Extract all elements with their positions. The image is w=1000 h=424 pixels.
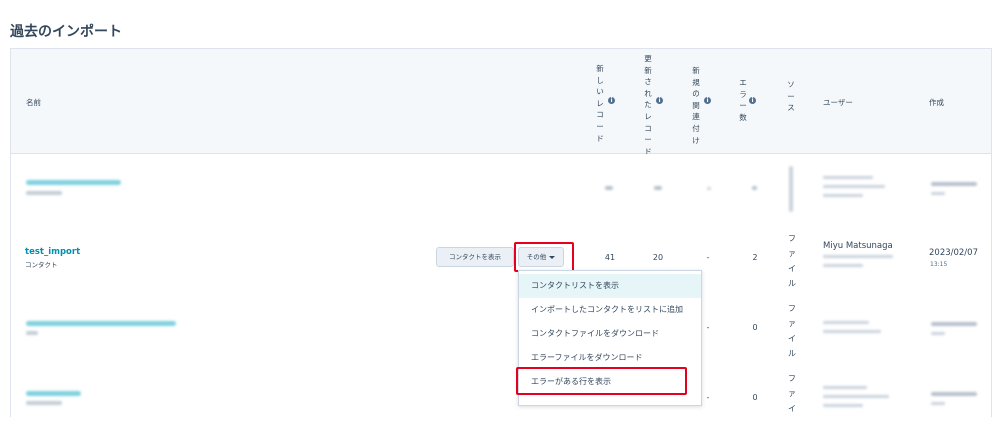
header-errors-label: エラー数 <box>739 78 747 122</box>
info-icon[interactable]: i <box>749 97 756 104</box>
errors-value <box>752 186 757 190</box>
user-domain <box>823 404 863 407</box>
import-name-link[interactable] <box>26 321 176 326</box>
user-domain <box>823 264 863 267</box>
highlight-view-error-rows <box>516 367 687 395</box>
import-name-link[interactable] <box>26 180 121 185</box>
associations-value <box>707 187 711 190</box>
header-new-records-label: 新しいレコード <box>596 64 604 143</box>
user-email <box>823 395 889 398</box>
table-row: - 0 ファイル <box>11 294 991 365</box>
header-updated-records[interactable]: 更新されたレコード <box>643 53 653 157</box>
user-email <box>823 255 893 258</box>
header-user[interactable]: ユーザー <box>823 97 853 108</box>
header-new-associations[interactable]: 新規の関連付け <box>691 65 701 146</box>
updated-records-value <box>654 186 662 190</box>
table-header: 名前 新しいレコード i 更新されたレコード i 新規の関連付け i エラー数 … <box>11 49 991 157</box>
header-errors[interactable]: エラー数 <box>738 77 748 123</box>
source-value: ファイル <box>788 234 796 288</box>
associations-value: - <box>706 253 710 262</box>
table-row <box>11 154 991 225</box>
user-value: Miyu Matsunaga <box>823 241 893 251</box>
updated-records-value: 20 <box>652 253 664 262</box>
errors-value: 0 <box>752 393 758 402</box>
info-icon[interactable]: i <box>656 97 663 104</box>
user-value <box>823 321 869 324</box>
user-email <box>823 330 881 333</box>
view-contacts-button[interactable]: コンタクトを表示 <box>436 247 514 267</box>
header-name[interactable]: 名前 <box>26 97 41 108</box>
past-imports-table: 名前 新しいレコード i 更新されたレコード i 新規の関連付け i エラー数 … <box>10 48 992 424</box>
user-value <box>823 176 873 179</box>
import-type <box>26 191 62 195</box>
import-name-link[interactable] <box>26 391 81 396</box>
header-new-records[interactable]: 新しいレコード <box>595 63 605 144</box>
header-source-label: ソース <box>787 80 795 113</box>
errors-value: 0 <box>752 323 758 332</box>
table-row: - 0 ファイル <box>11 364 991 424</box>
info-icon[interactable]: i <box>608 97 615 104</box>
import-type <box>26 331 38 335</box>
import-type <box>26 401 62 405</box>
created-time: 13:15 <box>930 261 948 268</box>
user-email <box>823 185 885 188</box>
menu-item-view-contact-list[interactable]: コンタクトリストを表示 <box>519 274 701 298</box>
info-icon[interactable]: i <box>704 97 711 104</box>
user-domain <box>823 194 863 197</box>
table-row: test_import コンタクト コンタクトを表示 その他 41 20 - 2… <box>11 224 991 295</box>
header-source[interactable]: ソース <box>786 79 796 114</box>
errors-value: 2 <box>752 253 758 262</box>
page-title: 過去のインポート <box>10 24 122 40</box>
new-records-value: 41 <box>604 253 616 262</box>
created-date: 2023/02/07 <box>929 248 978 258</box>
created-time <box>931 402 945 405</box>
highlight-more-button <box>514 242 574 272</box>
source-value: ファイル <box>788 304 796 358</box>
created-date <box>931 322 977 326</box>
created-time <box>931 192 945 195</box>
created-date <box>931 182 977 186</box>
source-value <box>789 166 793 212</box>
header-updated-records-label: 更新されたレコード <box>644 54 652 156</box>
header-created[interactable]: 作成 <box>929 97 944 108</box>
menu-item-download-contact-file[interactable]: コンタクトファイルをダウンロード <box>519 322 701 346</box>
import-name-link[interactable]: test_import <box>25 247 80 257</box>
header-new-associations-label: 新規の関連付け <box>692 66 700 145</box>
menu-item-add-to-list[interactable]: インポートしたコンタクトをリストに追加 <box>519 298 701 322</box>
created-date <box>931 392 977 396</box>
source-value: ファイル <box>788 374 796 413</box>
created-time <box>931 332 945 335</box>
user-value <box>823 386 867 389</box>
import-type: コンタクト <box>25 261 58 269</box>
new-records-value <box>605 186 613 190</box>
